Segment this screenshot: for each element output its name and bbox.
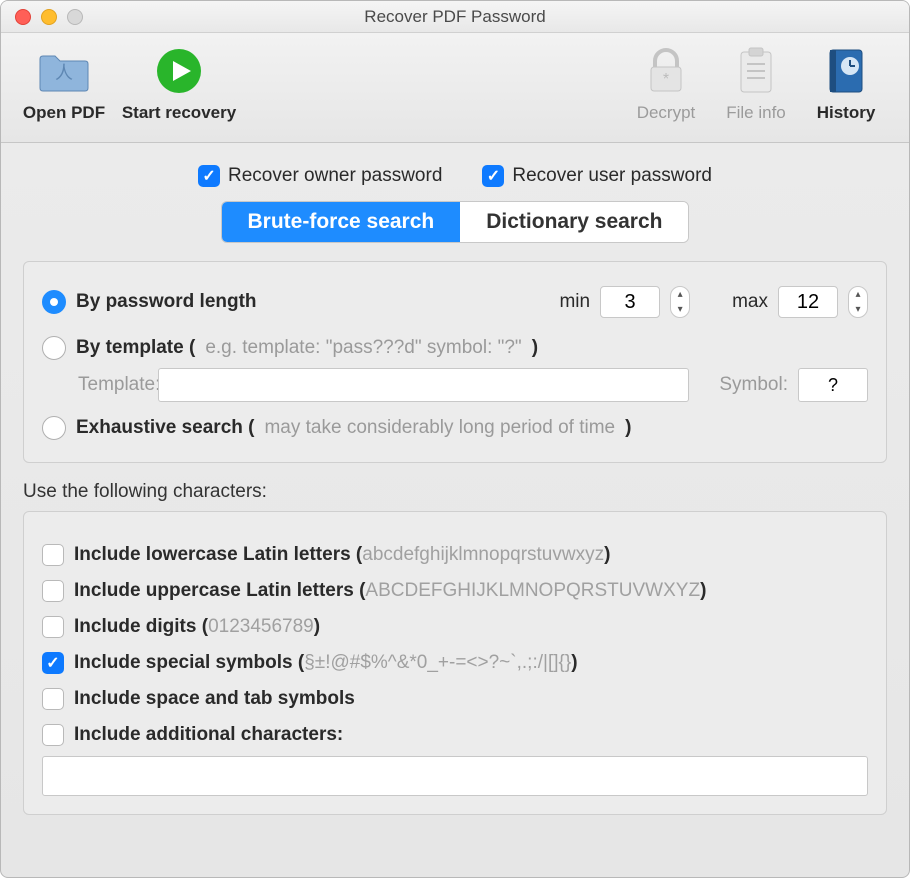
include-additional-checkbox[interactable] — [42, 724, 64, 746]
start-recovery-button[interactable]: Start recovery — [109, 41, 249, 123]
by-length-label: By password length — [76, 291, 257, 313]
recover-checks: Recover owner password Recover user pass… — [23, 165, 887, 187]
history-button[interactable]: History — [801, 41, 891, 123]
clipboard-icon — [726, 41, 786, 101]
include-digits-checkbox[interactable] — [42, 616, 64, 638]
open-pdf-button[interactable]: 人 Open PDF — [19, 41, 109, 123]
start-recovery-label: Start recovery — [122, 103, 236, 123]
history-label: History — [817, 103, 876, 123]
svg-text:人: 人 — [55, 63, 73, 83]
recover-user-label: Recover user password — [512, 165, 712, 187]
symbol-label: Symbol: — [719, 374, 788, 396]
play-icon — [149, 41, 209, 101]
include-special-label: Include special symbols ( — [74, 652, 304, 673]
recover-owner-checkbox[interactable] — [198, 165, 220, 187]
include-space-label: Include space and tab symbols — [74, 688, 355, 710]
include-uppercase-label: Include uppercase Latin letters ( — [74, 580, 365, 601]
include-special-checkbox[interactable] — [42, 652, 64, 674]
folder-icon: 人 — [34, 41, 94, 101]
tab-brute-force[interactable]: Brute-force search — [222, 202, 461, 242]
max-input[interactable] — [778, 286, 838, 318]
minimize-window-button[interactable] — [41, 9, 57, 25]
include-additional-label: Include additional characters: — [74, 724, 343, 746]
template-input[interactable] — [158, 368, 689, 402]
svg-text:*: * — [663, 71, 669, 88]
search-mode-segment: Brute-force search Dictionary search — [23, 201, 887, 243]
min-label: min — [559, 291, 590, 313]
app-window: Recover PDF Password 人 Open PDF Start re… — [0, 0, 910, 878]
toolbar: 人 Open PDF Start recovery * — [1, 33, 909, 143]
exhaustive-radio[interactable] — [42, 416, 66, 440]
titlebar: Recover PDF Password — [1, 1, 909, 33]
include-uppercase-example: ABCDEFGHIJKLMNOPQRSTUVWXYZ — [365, 580, 700, 601]
characters-heading: Use the following characters: — [23, 481, 887, 503]
content: Recover owner password Recover user pass… — [1, 143, 909, 855]
exhaustive-label: Exhaustive search ( — [76, 417, 254, 439]
include-lowercase-checkbox[interactable] — [42, 544, 64, 566]
by-template-close: ) — [532, 337, 538, 359]
by-template-radio[interactable] — [42, 336, 66, 360]
decrypt-label: Decrypt — [637, 103, 696, 123]
by-template-hint: e.g. template: "pass???d" symbol: "?" — [205, 337, 521, 359]
window-title: Recover PDF Password — [1, 7, 909, 27]
method-panel: By password length min ▴▾ max ▴▾ By temp… — [23, 261, 887, 463]
symbol-input[interactable] — [798, 368, 868, 402]
include-lowercase-label: Include lowercase Latin letters ( — [74, 544, 362, 565]
by-length-radio[interactable] — [42, 290, 66, 314]
file-info-label: File info — [726, 103, 786, 123]
tab-dictionary[interactable]: Dictionary search — [460, 202, 688, 242]
book-clock-icon — [816, 41, 876, 101]
recover-user-checkbox[interactable] — [482, 165, 504, 187]
characters-panel: Include lowercase Latin letters (abcdefg… — [23, 511, 887, 815]
close-window-button[interactable] — [15, 9, 31, 25]
include-uppercase-checkbox[interactable] — [42, 580, 64, 602]
include-space-checkbox[interactable] — [42, 688, 64, 710]
decrypt-button[interactable]: * Decrypt — [621, 41, 711, 123]
include-digits-example: 0123456789 — [208, 616, 314, 637]
exhaustive-close: ) — [625, 417, 631, 439]
include-digits-label: Include digits ( — [74, 616, 208, 637]
include-special-example: §±!@#$%^&*0_+-=<>?~`,.;:/|[]{} — [304, 652, 571, 673]
recover-owner-label: Recover owner password — [228, 165, 442, 187]
open-pdf-label: Open PDF — [23, 103, 105, 123]
by-template-label: By template ( — [76, 337, 195, 359]
additional-characters-input[interactable] — [42, 756, 868, 796]
template-label: Template: — [78, 374, 148, 396]
file-info-button[interactable]: File info — [711, 41, 801, 123]
zoom-window-button[interactable] — [67, 9, 83, 25]
min-input[interactable] — [600, 286, 660, 318]
exhaustive-hint: may take considerably long period of tim… — [264, 417, 615, 439]
max-label: max — [732, 291, 768, 313]
window-controls — [1, 9, 83, 25]
max-stepper[interactable]: ▴▾ — [848, 286, 868, 318]
lock-icon: * — [636, 41, 696, 101]
include-lowercase-example: abcdefghijklmnopqrstuvwxyz — [362, 544, 604, 565]
min-stepper[interactable]: ▴▾ — [670, 286, 690, 318]
